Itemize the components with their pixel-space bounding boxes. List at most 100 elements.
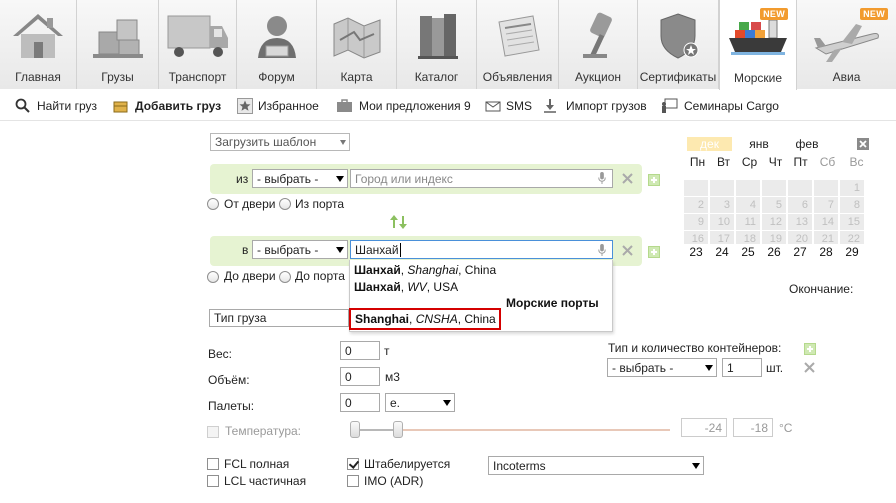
calendar-day — [762, 180, 786, 196]
calendar-day[interactable]: 24 — [710, 244, 734, 261]
calendar-month-jan[interactable]: янв — [740, 137, 778, 151]
import-link[interactable]: Импорт грузов — [543, 98, 647, 114]
close-calendar-icon[interactable] — [857, 138, 869, 150]
pallets-input[interactable]: 0 — [340, 393, 380, 412]
month-label: янв — [749, 137, 769, 151]
calendar-day[interactable]: 28 — [814, 244, 838, 261]
volume-input[interactable]: 0 — [340, 367, 380, 386]
sms-label: SMS — [506, 99, 533, 113]
swap-arrows-icon[interactable] — [389, 215, 409, 229]
microphone-icon[interactable] — [598, 244, 606, 256]
add-from-point-button[interactable] — [648, 174, 660, 186]
nav-tab-home[interactable]: Главная — [0, 0, 77, 89]
nav-tab-label: Каталог — [414, 70, 459, 84]
to-city-input[interactable]: Шанхай — [350, 240, 613, 259]
fcl-checkbox[interactable] — [207, 458, 219, 470]
imo-checkbox[interactable] — [347, 475, 359, 487]
volume-value: 0 — [345, 370, 352, 384]
from-door-radio[interactable] — [207, 198, 219, 210]
container-qty-input[interactable]: 1 — [722, 358, 762, 377]
import-label: Импорт грузов — [566, 99, 647, 113]
weekday-label: Пн — [689, 155, 706, 169]
favorites-link[interactable]: Избранное — [237, 98, 319, 114]
incoterms-select[interactable]: Incoterms — [488, 456, 704, 475]
pallets-unit-value: е. — [390, 396, 401, 410]
add-to-point-button[interactable] — [648, 246, 660, 258]
presentation-icon — [662, 98, 678, 113]
nav-tab-forum[interactable]: Форум — [237, 0, 317, 89]
nav-tab-sea[interactable]: NEW Морские — [719, 0, 797, 90]
suggestion-city: Шанхай — [354, 263, 401, 277]
remove-container-icon[interactable] — [804, 362, 815, 373]
add-cargo-label: Добавить груз — [135, 99, 222, 113]
find-cargo-link[interactable]: Найти груз — [14, 98, 97, 114]
calendar-month-feb[interactable]: фев — [787, 137, 827, 151]
calendar-month-dec[interactable]: дек — [687, 137, 732, 151]
chevron-down-icon — [340, 140, 346, 145]
suggestion-country: , USA — [426, 280, 459, 294]
volume-unit: м3 — [385, 370, 400, 384]
my-offers-link[interactable]: Мои предложения 9 — [336, 98, 471, 114]
star-icon — [237, 98, 253, 114]
stackable-checkbox[interactable] — [347, 458, 359, 470]
seminars-label: Семинары Cargo — [684, 99, 779, 113]
to-port-radio[interactable] — [279, 271, 291, 283]
calendar-day[interactable]: 23 — [684, 244, 708, 261]
nav-tab-ads[interactable]: Объявления — [477, 0, 559, 89]
nav-tab-label: Объявления — [482, 70, 553, 84]
container-type-select[interactable]: - выбрать - — [607, 358, 717, 377]
from-door-label: От двери — [224, 197, 276, 211]
nav-tab-catalog[interactable]: Каталог — [397, 0, 477, 89]
box-add-icon — [113, 101, 128, 113]
cargo-type-value: Тип груза — [214, 311, 267, 325]
month-label: фев — [795, 137, 819, 151]
from-label: из — [236, 172, 249, 186]
to-door-radio[interactable] — [207, 271, 219, 283]
nav-tab-auction[interactable]: Аукцион — [559, 0, 638, 89]
find-cargo-label: Найти груз — [37, 99, 97, 113]
port-highlight-box — [349, 308, 501, 330]
weekday-label: Ср — [741, 155, 758, 169]
nav-tab-map[interactable]: Карта — [317, 0, 397, 89]
calendar-day[interactable]: 26 — [762, 244, 786, 261]
weight-input[interactable]: 0 — [340, 341, 380, 360]
calendar-day[interactable]: 25 — [736, 244, 760, 261]
ship-icon — [729, 19, 787, 55]
calendar-day[interactable]: 29 — [840, 244, 864, 261]
weekday-label: Сб — [819, 155, 836, 169]
nav-tab-certificates[interactable]: Сертификаты — [638, 0, 719, 89]
envelope-icon — [485, 101, 501, 112]
temperature-min-handle[interactable] — [350, 421, 360, 438]
temp-max-input[interactable]: -18 — [733, 418, 773, 437]
temperature-max-handle[interactable] — [393, 421, 403, 438]
calendar-day[interactable]: 27 — [788, 244, 812, 261]
nav-tab-label: Главная — [15, 70, 61, 84]
to-country-select[interactable]: - выбрать - — [252, 240, 348, 259]
sms-link[interactable]: SMS — [485, 98, 532, 114]
clear-from-icon[interactable] — [622, 173, 633, 184]
lcl-checkbox[interactable] — [207, 475, 219, 487]
seminars-link[interactable]: Семинары Cargo — [661, 98, 779, 114]
add-container-button[interactable] — [804, 343, 816, 355]
from-city-input[interactable]: Город или индекс — [350, 169, 613, 188]
suggestion-item[interactable]: Шанхай, Shanghai, China — [354, 263, 496, 277]
microphone-icon[interactable] — [598, 172, 606, 184]
end-date-label: Окончание: — [789, 282, 854, 296]
temp-min-input[interactable]: -24 — [681, 418, 727, 437]
pallets-unit-select[interactable]: е. — [385, 393, 455, 412]
nav-tab-transport[interactable]: Транспорт — [159, 0, 237, 89]
nav-tab-air[interactable]: NEW Авиа — [797, 0, 896, 89]
load-template-select[interactable]: Загрузить шаблон — [210, 133, 350, 151]
clear-to-icon[interactable] — [622, 245, 633, 256]
from-country-select[interactable]: - выбрать - — [252, 169, 348, 188]
temperature-checkbox[interactable] — [207, 426, 219, 438]
suggestion-latin: Shanghai — [407, 263, 459, 277]
nav-tab-cargo[interactable]: Грузы — [77, 0, 159, 89]
my-offers-label: Мои предложения 9 — [359, 99, 471, 113]
to-country-value: - выбрать - — [257, 243, 319, 257]
suggestion-item[interactable]: Шанхай, WV, USA — [354, 280, 458, 294]
cargo-type-input[interactable]: Тип груза — [209, 309, 349, 327]
from-port-radio[interactable] — [279, 198, 291, 210]
imo-label: IMO (ADR) — [364, 474, 424, 488]
add-cargo-link[interactable]: Добавить груз — [112, 98, 221, 114]
